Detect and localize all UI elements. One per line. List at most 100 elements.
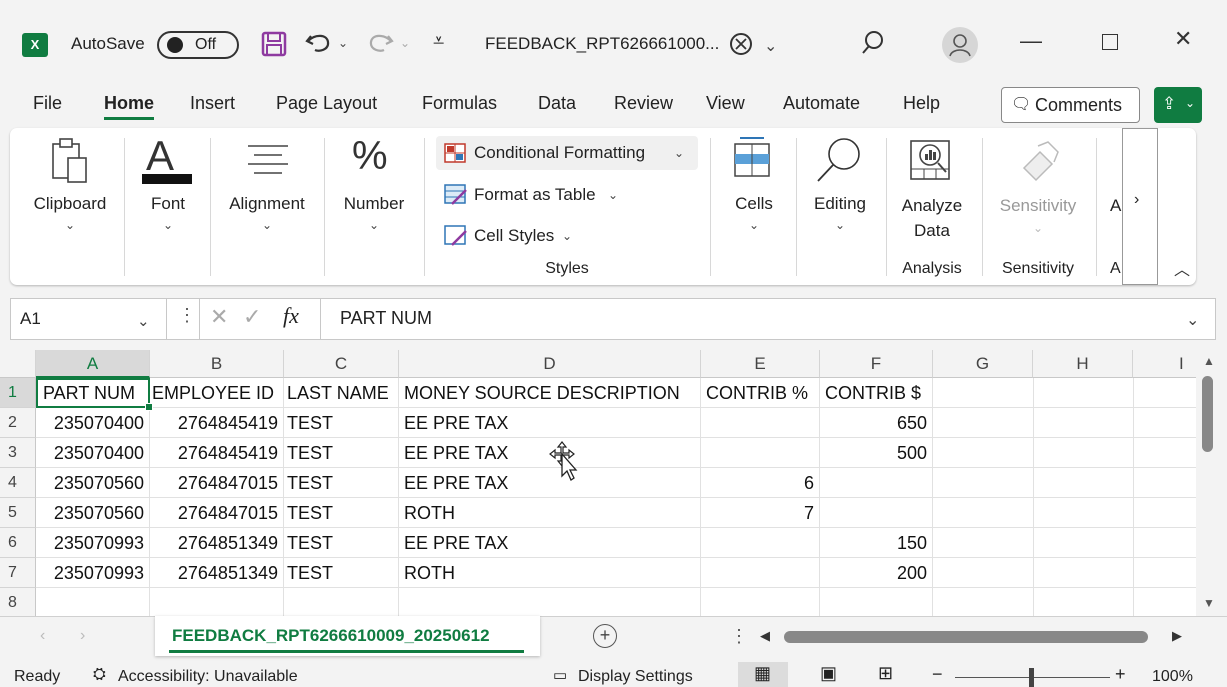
undo-dropdown-icon[interactable]: ⌄ (338, 36, 348, 50)
table-cell[interactable]: 235070993 (36, 528, 150, 558)
table-cell[interactable]: EE PRE TAX (399, 408, 701, 438)
row-header[interactable]: 1 (0, 378, 36, 408)
row-header[interactable]: 3 (0, 438, 36, 468)
select-all-corner[interactable] (0, 350, 36, 378)
hscroll-right-icon[interactable]: ▶ (1172, 628, 1182, 644)
table-cell[interactable]: 235070993 (36, 558, 150, 588)
formula-options-icon[interactable]: ⋮ (178, 305, 196, 326)
accessibility-status[interactable]: Accessibility: Unavailable (118, 668, 298, 686)
column-header-d[interactable]: D (399, 350, 701, 378)
column-header-f[interactable]: F (820, 350, 933, 378)
active-cell-a1[interactable]: PART NUM (36, 378, 150, 408)
table-cell[interactable]: LAST NAME (284, 378, 399, 408)
fill-handle[interactable] (145, 403, 153, 411)
table-cell[interactable]: TEST (284, 468, 399, 498)
column-header-h[interactable]: H (1033, 350, 1133, 378)
analyze-data-button[interactable]: Analyze Data (890, 136, 974, 246)
table-cell[interactable] (701, 558, 820, 588)
zoom-in-icon[interactable]: + (1115, 664, 1126, 685)
tab-review[interactable]: Review (614, 93, 673, 114)
table-cell[interactable] (150, 588, 284, 618)
format-as-table-button[interactable]: Format as Table ⌄ (436, 179, 636, 211)
table-cell[interactable] (701, 408, 820, 438)
comments-button[interactable]: 🗨 Comments (1001, 87, 1140, 123)
share-button[interactable]: ⇪ ⌄ (1154, 87, 1202, 123)
column-header-c[interactable]: C (284, 350, 399, 378)
enter-icon[interactable]: ✓ (243, 304, 261, 330)
insert-function-icon[interactable]: fx (283, 303, 299, 329)
row-header[interactable]: 5 (0, 498, 36, 528)
tab-scroll-right-icon[interactable]: › (80, 627, 85, 645)
clipboard-button[interactable]: Clipboard ⌄ (20, 136, 120, 236)
table-cell[interactable] (701, 588, 820, 618)
redo-dropdown-icon[interactable]: ⌄ (400, 36, 410, 50)
ribbon-scroll-button[interactable]: › (1122, 128, 1158, 285)
font-button[interactable]: A Font ⌄ (128, 132, 208, 236)
page-layout-view-icon[interactable]: ▣ (820, 663, 837, 684)
undo-icon[interactable] (303, 28, 333, 56)
table-cell[interactable]: 2764851349 (150, 528, 284, 558)
save-icon[interactable] (260, 30, 288, 58)
avatar[interactable] (942, 27, 978, 63)
table-cell[interactable]: 2764847015 (150, 498, 284, 528)
empty-column-i[interactable] (1133, 378, 1196, 616)
display-settings-button[interactable]: Display Settings (578, 668, 693, 686)
customize-toolbar-icon[interactable]: ⩡ (433, 30, 444, 53)
maximize-icon[interactable] (1102, 34, 1118, 50)
tab-data[interactable]: Data (538, 93, 576, 114)
worksheet-grid[interactable]: A B C D E F G H I 1 2 3 4 5 6 7 8 PART N… (0, 350, 1196, 618)
add-sheet-icon[interactable]: + (593, 624, 617, 648)
tab-page-layout[interactable]: Page Layout (276, 93, 377, 114)
horizontal-scroll-thumb[interactable] (784, 631, 1148, 643)
cell-styles-button[interactable]: Cell Styles ⌄ (436, 220, 606, 252)
scroll-down-icon[interactable]: ▼ (1203, 596, 1215, 610)
hscroll-left-icon[interactable]: ◀ (760, 628, 770, 644)
tab-automate[interactable]: Automate (783, 93, 860, 114)
table-cell[interactable]: 2764847015 (150, 468, 284, 498)
table-cell[interactable]: 235070560 (36, 498, 150, 528)
table-cell[interactable]: TEST (284, 528, 399, 558)
column-header-a[interactable]: A (36, 350, 150, 378)
table-cell[interactable]: CONTRIB % (701, 378, 820, 408)
table-cell[interactable] (36, 588, 150, 618)
row-header[interactable]: 4 (0, 468, 36, 498)
cancel-icon[interactable]: ✕ (210, 304, 228, 330)
table-cell[interactable]: TEST (284, 438, 399, 468)
row-header[interactable]: 7 (0, 558, 36, 588)
table-cell[interactable]: 2764845419 (150, 438, 284, 468)
table-cell[interactable]: MONEY SOURCE DESCRIPTION (399, 378, 701, 408)
row-header[interactable]: 6 (0, 528, 36, 558)
zoom-level[interactable]: 100% (1152, 668, 1193, 686)
table-cell[interactable]: 6 (701, 468, 820, 498)
autosave-toggle[interactable]: Off (157, 31, 239, 59)
zoom-out-icon[interactable]: − (932, 664, 943, 685)
table-cell[interactable] (701, 438, 820, 468)
table-cell[interactable]: ROTH (399, 558, 701, 588)
zoom-slider-thumb[interactable] (1029, 668, 1034, 687)
row-header[interactable]: 2 (0, 408, 36, 438)
tab-scroll-left-icon[interactable]: ‹ (40, 627, 45, 645)
table-cell[interactable]: TEST (284, 558, 399, 588)
search-icon[interactable] (860, 30, 886, 56)
table-cell[interactable]: 500 (820, 438, 933, 468)
tab-options-icon[interactable]: ⋮ (730, 626, 748, 647)
file-dropdown-icon[interactable]: ⌄ (764, 36, 777, 56)
column-header-b[interactable]: B (150, 350, 284, 378)
table-cell[interactable]: TEST (284, 408, 399, 438)
redo-icon[interactable] (366, 28, 396, 56)
minimize-icon[interactable]: — (1020, 28, 1042, 54)
page-break-view-icon[interactable]: ⊞ (878, 663, 893, 684)
column-header-g[interactable]: G (933, 350, 1033, 378)
collapse-ribbon-icon[interactable]: ︿ (1174, 256, 1190, 280)
table-cell[interactable] (284, 588, 399, 618)
number-button[interactable]: % Number ⌄ (328, 134, 420, 236)
empty-column-g[interactable] (933, 378, 1034, 616)
column-header-i[interactable]: I (1133, 350, 1196, 378)
conditional-formatting-button[interactable]: Conditional Formatting ⌄ (436, 136, 698, 170)
editing-button[interactable]: Editing ⌄ (800, 136, 880, 236)
name-box[interactable]: A1 ⌄ (11, 299, 165, 339)
row-header[interactable]: 8 (0, 588, 36, 618)
vertical-scroll-thumb[interactable] (1202, 376, 1213, 452)
table-cell[interactable]: 150 (820, 528, 933, 558)
tab-insert[interactable]: Insert (190, 93, 235, 114)
